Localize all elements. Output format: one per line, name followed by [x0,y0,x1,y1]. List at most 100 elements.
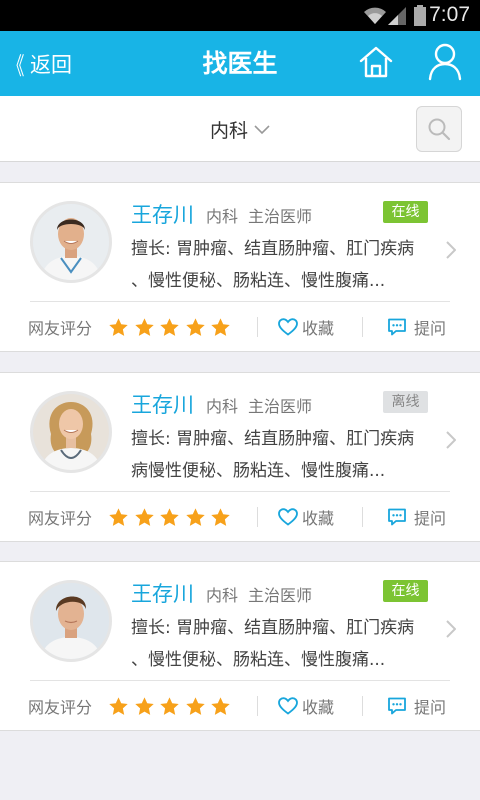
chat-icon [388,508,406,526]
rating-label: 网友评分 [28,509,93,528]
star-rating [108,507,236,528]
ask-button[interactable]: 提问 [387,501,446,533]
chevron-right-icon [446,431,456,449]
ask-label: 提问 [414,319,447,338]
star-rating [108,317,236,338]
back-button[interactable]: 《 返回 [4,31,72,96]
favorite-label: 收藏 [302,509,335,528]
user-icon[interactable] [428,43,462,81]
doctor-avatar [30,391,112,473]
search-button[interactable] [416,106,462,152]
battery-icon [414,5,426,26]
separator [257,696,258,716]
chat-icon [388,697,406,715]
divider [30,301,450,302]
status-bar: 7:07 [0,0,480,31]
back-label: 返回 [30,52,72,77]
home-icon[interactable] [358,44,394,80]
separator [362,317,363,337]
doctor-department: 内科 [206,207,239,226]
star-icon [185,317,205,336]
favorite-button[interactable]: 收藏 [278,311,334,343]
doctor-name: 王存川 [131,582,194,606]
signal-icon [388,7,406,25]
doctor-title: 主治医师 [248,207,313,226]
chevron-left-icon: 《 [7,52,25,80]
page-title: 找医生 [202,49,278,78]
doctor-specialty: 擅长: 胃肿瘤、结直肠肿瘤、肛门疾病 、慢性便秘、肠粘连、慢性腹痛... [131,233,436,297]
doctor-card[interactable]: 王存川 内科 主治医师 在线 擅长: 胃肿瘤、结直肠肿瘤、肛门疾病 、慢性便秘、… [0,182,480,352]
doctor-card[interactable]: 王存川 内科 主治医师 在线 擅长: 胃肿瘤、结直肠肿瘤、肛门疾病 、慢性便秘、… [0,561,480,731]
chat-icon [388,318,406,336]
doctor-info: 王存川 内科 主治医师 [131,578,312,608]
ask-button[interactable]: 提问 [387,690,446,722]
doctor-name: 王存川 [131,203,194,227]
doctor-avatar [30,201,112,283]
filter-bar: 内科 [0,96,480,162]
star-icon [211,507,230,526]
rating-label: 网友评分 [28,698,93,717]
star-icon [134,507,154,526]
star-icon [211,317,230,336]
star-icon [211,696,230,715]
favorite-button[interactable]: 收藏 [278,690,334,722]
star-icon [160,696,179,715]
doctor-card[interactable]: 王存川 内科 主治医师 离线 擅长: 胃肿瘤、结直肠肿瘤、肛门疾病 病慢性便秘、… [0,372,480,542]
divider [30,680,450,681]
star-icon [185,696,205,715]
doctor-avatar [30,580,112,662]
star-icon [160,507,179,526]
specialty-line: 擅长: 胃肿瘤、结直肠肿瘤、肛门疾病 [131,618,415,638]
separator [362,507,363,527]
heart-icon [278,318,298,336]
star-icon [109,317,128,336]
star-icon [134,317,154,336]
doctor-department: 内科 [206,397,239,416]
chevron-right-icon [446,241,456,259]
status-time: 7:07 [429,3,470,26]
doctor-specialty: 擅长: 胃肿瘤、结直肠肿瘤、肛门疾病 、慢性便秘、肠粘连、慢性腹痛... [131,612,436,676]
specialty-line: 、慢性便秘、肠粘连、慢性腹痛... [131,650,386,670]
doctor-info: 王存川 内科 主治医师 [131,199,312,229]
department-dropdown[interactable]: 内科 [0,96,480,162]
rating-row: 网友评分 收藏 提问 [28,501,468,533]
doctor-title: 主治医师 [248,586,313,605]
star-icon [185,507,205,526]
heart-icon [278,697,298,715]
doctor-title: 主治医师 [248,397,313,416]
favorite-button[interactable]: 收藏 [278,501,334,533]
star-rating [108,696,236,717]
rating-row: 网友评分 收藏 提问 [28,690,468,722]
doctor-specialty: 擅长: 胃肿瘤、结直肠肿瘤、肛门疾病 病慢性便秘、肠粘连、慢性腹痛... [131,423,436,487]
doctor-info: 王存川 内科 主治医师 [131,389,312,419]
specialty-line: 擅长: 胃肿瘤、结直肠肿瘤、肛门疾病 [131,239,415,259]
star-icon [134,696,154,715]
doctor-department: 内科 [206,586,239,605]
status-badge: 在线 [383,580,428,602]
ask-button[interactable]: 提问 [387,311,446,343]
divider [30,491,450,492]
star-icon [109,507,128,526]
separator [257,507,258,527]
department-label: 内科 [209,119,248,142]
nav-bar: 《 返回 找医生 [0,31,480,96]
star-icon [109,696,128,715]
doctor-name: 王存川 [131,393,194,417]
star-icon [160,317,179,336]
heart-icon [278,508,298,526]
specialty-line: 、慢性便秘、肠粘连、慢性腹痛... [131,271,386,291]
chevron-down-icon [254,125,270,135]
ask-label: 提问 [414,509,447,528]
separator [362,696,363,716]
chevron-right-icon [446,620,456,638]
ask-label: 提问 [414,698,447,717]
status-badge: 在线 [383,201,428,223]
search-icon [428,118,451,141]
status-badge: 离线 [383,391,428,413]
specialty-line: 擅长: 胃肿瘤、结直肠肿瘤、肛门疾病 [131,429,415,449]
favorite-label: 收藏 [302,698,335,717]
separator [257,317,258,337]
specialty-line: 病慢性便秘、肠粘连、慢性腹痛... [131,461,386,481]
wifi-icon [364,7,386,24]
rating-row: 网友评分 收藏 提问 [28,311,468,343]
